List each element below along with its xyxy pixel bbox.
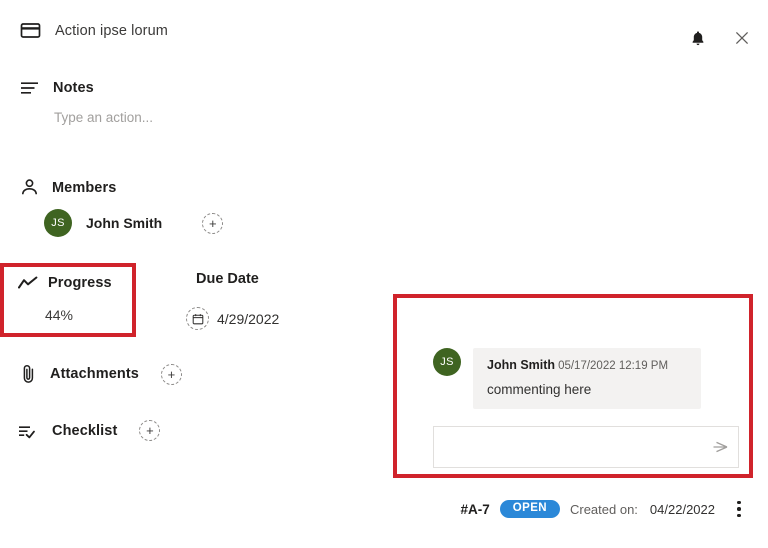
paperclip-icon (20, 363, 38, 385)
members-section: Members JS John Smith + (0, 178, 390, 237)
person-icon (20, 178, 39, 197)
send-icon[interactable] (704, 427, 738, 467)
card-icon (20, 20, 41, 41)
add-attachment-button[interactable]: + (160, 363, 182, 385)
comment-timestamp: 05/17/2022 12:19 PM (558, 360, 669, 372)
comment-input-wrapper[interactable] (433, 426, 739, 468)
members-label: Members (52, 179, 117, 196)
checklist-label: Checklist (52, 422, 118, 439)
add-member-button[interactable]: + (202, 212, 224, 234)
header-title-group: Action ipse lorum (20, 20, 168, 41)
created-on-value: 04/22/2022 (649, 501, 715, 517)
checklist-section[interactable]: Checklist + (0, 420, 161, 441)
member-list-item[interactable]: JS John Smith + (0, 209, 390, 237)
comments-section: JS John Smith 05/17/2022 12:19 PM comment… (393, 294, 753, 478)
comment-bubble: John Smith 05/17/2022 12:19 PM commenting… (473, 348, 701, 409)
comment-list-item: JS John Smith 05/17/2022 12:19 PM comment… (433, 348, 701, 409)
created-on-label: Created on: (569, 501, 638, 517)
progress-duedate-row: Progress 44% Due Date 4/29/2022 (0, 263, 390, 337)
kebab-menu-icon[interactable] (731, 498, 747, 520)
notes-input[interactable] (54, 110, 334, 125)
notes-lines-icon (20, 80, 40, 96)
comment-text: commenting here (487, 382, 592, 397)
avatar: JS (433, 348, 461, 376)
due-date-value-row[interactable]: 4/29/2022 (186, 307, 386, 330)
progress-section[interactable]: Progress 44% (0, 263, 136, 337)
members-header: Members (0, 178, 390, 197)
progress-value: 44% (44, 307, 74, 323)
left-column: Notes Members JS John Smith + (0, 70, 390, 237)
member-name: John Smith (86, 215, 163, 231)
attachments-section[interactable]: Attachments + (0, 363, 182, 385)
due-date-label: Due Date (196, 271, 259, 287)
comment-meta: John Smith 05/17/2022 12:19 PM (487, 358, 687, 372)
progress-label: Progress (48, 275, 112, 291)
due-date-value: 4/29/2022 (217, 310, 280, 327)
notes-header: Notes (0, 80, 390, 96)
trend-line-icon (18, 276, 38, 290)
panel-header: Action ipse lorum (0, 0, 768, 66)
action-detail-panel: Action ipse lorum Notes Type an action..… (0, 0, 768, 548)
close-icon[interactable] (732, 28, 752, 48)
progress-header: Progress (4, 267, 132, 291)
status-badge[interactable]: OPEN (499, 499, 560, 519)
notes-section: Notes (0, 80, 390, 127)
add-checklist-button[interactable]: + (139, 420, 161, 441)
notes-label: Notes (53, 80, 94, 96)
bell-icon[interactable] (688, 28, 708, 48)
header-actions (688, 28, 752, 48)
page-title: Action ipse lorum (55, 22, 168, 39)
due-date-section[interactable]: Due Date 4/29/2022 (186, 263, 386, 330)
avatar: JS (44, 209, 72, 237)
panel-footer: #A-7 OPEN Created on: 04/22/2022 (393, 492, 753, 526)
attachments-label: Attachments (50, 366, 139, 382)
checklist-icon (18, 423, 40, 439)
ticket-id: #A-7 (460, 501, 490, 517)
comment-input[interactable] (434, 427, 704, 467)
comment-author: John Smith (487, 358, 556, 372)
calendar-icon (186, 307, 209, 330)
